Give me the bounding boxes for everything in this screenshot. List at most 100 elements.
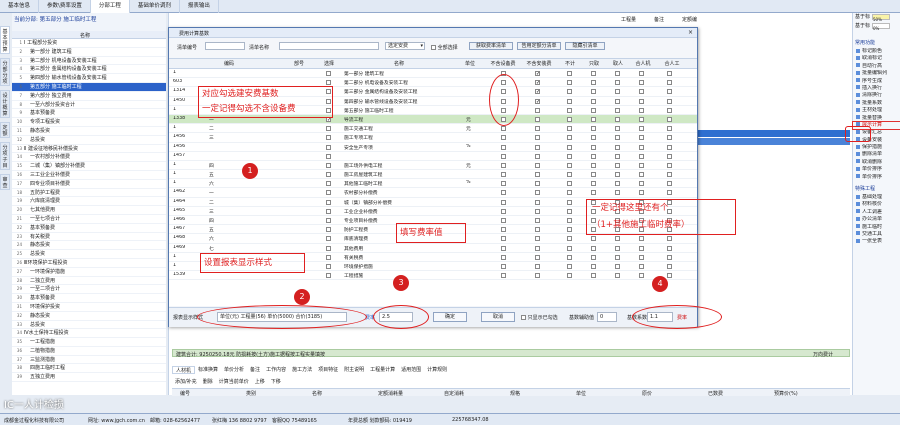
flag-checkbox[interactable] — [591, 254, 596, 260]
flag-checkbox[interactable] — [615, 116, 620, 122]
flag-checkbox[interactable] — [639, 89, 644, 95]
grid-row[interactable]: 1462 一 农村部分补偿费 — [169, 188, 697, 198]
flag-checkbox[interactable] — [591, 116, 596, 122]
flag-checkbox[interactable] — [639, 172, 644, 178]
grid-row[interactable]: 1 二 施工交通工程 元 — [169, 124, 697, 134]
right-function-item[interactable]: 保护措施 — [853, 144, 900, 151]
exclude-install-checkbox[interactable] — [535, 116, 540, 122]
exclude-install-checkbox[interactable] — [535, 135, 540, 141]
flag-checkbox[interactable] — [567, 144, 572, 150]
flag-checkbox[interactable] — [667, 181, 672, 187]
exclude-install-checkbox[interactable] — [535, 144, 540, 150]
tree-item[interactable]: 16 三工业企业补偿费 — [12, 171, 166, 180]
tree-item[interactable]: 2 第一部分 建筑工程 — [12, 48, 166, 57]
flag-checkbox[interactable] — [591, 80, 596, 86]
tree-item[interactable]: 9 基本预备费 — [12, 109, 166, 119]
flag-checkbox[interactable] — [639, 71, 644, 76]
exclude-equipment-checkbox[interactable] — [501, 172, 506, 178]
right-function-item[interactable]: 单价排序 — [853, 174, 900, 181]
exclude-install-checkbox[interactable] — [535, 172, 540, 178]
tree-item[interactable]: 18 五防护工程费 — [12, 189, 166, 198]
select-checkbox[interactable] — [326, 80, 331, 86]
tree-item[interactable]: 29 一至二项合计 — [12, 285, 166, 295]
detail-tab[interactable]: 工程量计算 — [367, 366, 398, 374]
flag-checkbox[interactable] — [615, 236, 620, 242]
flag-checkbox[interactable] — [615, 107, 620, 113]
exclude-equipment-checkbox[interactable] — [501, 126, 506, 132]
flag-checkbox[interactable] — [591, 181, 596, 187]
cancel-button[interactable]: 取消 — [481, 312, 515, 322]
select-checkbox[interactable] — [326, 218, 331, 223]
select-checkbox[interactable] — [326, 181, 331, 187]
flag-checkbox[interactable] — [567, 80, 572, 86]
left-vtab[interactable]: 分项子目 — [0, 142, 10, 170]
formula-checkbox-label[interactable]: 万向费计 — [813, 351, 833, 358]
flag-checkbox[interactable] — [591, 89, 596, 95]
right-rate-input[interactable]: 0% — [872, 22, 891, 31]
detail-tab[interactable]: 标准换算 — [195, 366, 221, 374]
flag-checkbox[interactable] — [567, 162, 572, 168]
select-checkbox[interactable] — [326, 172, 331, 178]
exclude-install-checkbox[interactable] — [535, 273, 540, 279]
flag-checkbox[interactable] — [667, 273, 672, 279]
exclude-install-checkbox[interactable] — [535, 162, 540, 168]
grid-row[interactable]: 1456 安全生产专项% — [169, 143, 697, 152]
flag-checkbox[interactable] — [567, 273, 572, 279]
right-special-item[interactable]: 交通工具 — [853, 231, 900, 238]
exclude-install-checkbox[interactable] — [535, 245, 540, 251]
right-special-item[interactable]: 施工临时 — [853, 224, 900, 231]
exclude-equipment-checkbox[interactable] — [501, 218, 506, 223]
select-checkbox[interactable] — [326, 144, 331, 150]
flag-checkbox[interactable] — [667, 80, 672, 86]
flag-checkbox[interactable] — [591, 172, 596, 178]
grid-row[interactable]: 1 六 其他施工临时工程% — [169, 179, 697, 189]
tree-item[interactable]: 4 第三部分 金属结构设备及安装工程 — [12, 65, 166, 75]
exclude-equipment-checkbox[interactable] — [501, 254, 506, 260]
select-checkbox[interactable] — [326, 135, 331, 141]
select-checkbox[interactable] — [326, 199, 331, 205]
detail-tab[interactable]: 施工方法 — [289, 366, 315, 374]
tree-item[interactable]: 3 第二部分 机电设备及安装工程 — [12, 57, 166, 66]
select-all-checkbox[interactable]: 全部选择 — [431, 44, 458, 51]
tree-item[interactable]: 15 二城（集）镇部分补偿费 — [12, 162, 166, 171]
right-special-item[interactable]: 一张全表 — [853, 238, 900, 245]
tree-item[interactable]: 31 环境保护投资 — [12, 303, 166, 312]
flag-checkbox[interactable] — [567, 245, 572, 251]
flag-checkbox[interactable] — [567, 126, 572, 132]
flag-checkbox[interactable] — [567, 254, 572, 260]
flag-checkbox[interactable] — [591, 245, 596, 251]
left-vtab[interactable]: 设计概算 — [0, 90, 10, 118]
tree-item[interactable]: 11 静态投资 — [12, 127, 166, 136]
flag-checkbox[interactable] — [615, 126, 620, 132]
flag-checkbox[interactable] — [667, 153, 672, 159]
exclude-install-checkbox[interactable] — [535, 80, 540, 86]
exclude-install-checkbox[interactable] — [535, 208, 540, 214]
detail-toolbar-button[interactable]: 下移 — [268, 378, 284, 386]
exclude-equipment-checkbox[interactable] — [501, 236, 506, 242]
flag-checkbox[interactable] — [567, 135, 572, 141]
flag-checkbox[interactable] — [639, 273, 644, 279]
right-function-item[interactable]: 清除换行 — [853, 92, 900, 99]
select-checkbox[interactable] — [326, 263, 331, 269]
get-rate-list-button[interactable]: 获取费率清单 — [469, 42, 513, 50]
detail-tab[interactable]: 工作内容 — [263, 366, 289, 374]
exclude-install-checkbox[interactable] — [535, 153, 540, 159]
fee-dropdown[interactable]: 选定安费 ▾ — [385, 42, 425, 50]
exclude-install-checkbox[interactable] — [535, 190, 540, 196]
hide-list-button[interactable]: 隐藏引清单 — [565, 42, 605, 50]
flag-checkbox[interactable] — [567, 172, 572, 178]
flag-checkbox[interactable] — [567, 236, 572, 242]
exclude-install-checkbox[interactable] — [535, 263, 540, 269]
main-tab[interactable]: 基本信息 — [0, 0, 40, 13]
right-function-item[interactable]: 批量系数 — [853, 100, 900, 107]
left-vtab[interactable]: 定额 — [0, 122, 10, 138]
flag-checkbox[interactable] — [639, 245, 644, 251]
tree-item[interactable]: 34 Ⅳ水土保持工程投资 — [12, 329, 166, 339]
flag-checkbox[interactable] — [567, 89, 572, 95]
flag-checkbox[interactable] — [667, 263, 672, 269]
flag-checkbox[interactable] — [639, 80, 644, 86]
right-function-item[interactable]: 自动行高 — [853, 63, 900, 70]
exclude-install-checkbox[interactable] — [535, 181, 540, 187]
select-all-box[interactable] — [431, 45, 436, 50]
flag-checkbox[interactable] — [567, 199, 572, 205]
